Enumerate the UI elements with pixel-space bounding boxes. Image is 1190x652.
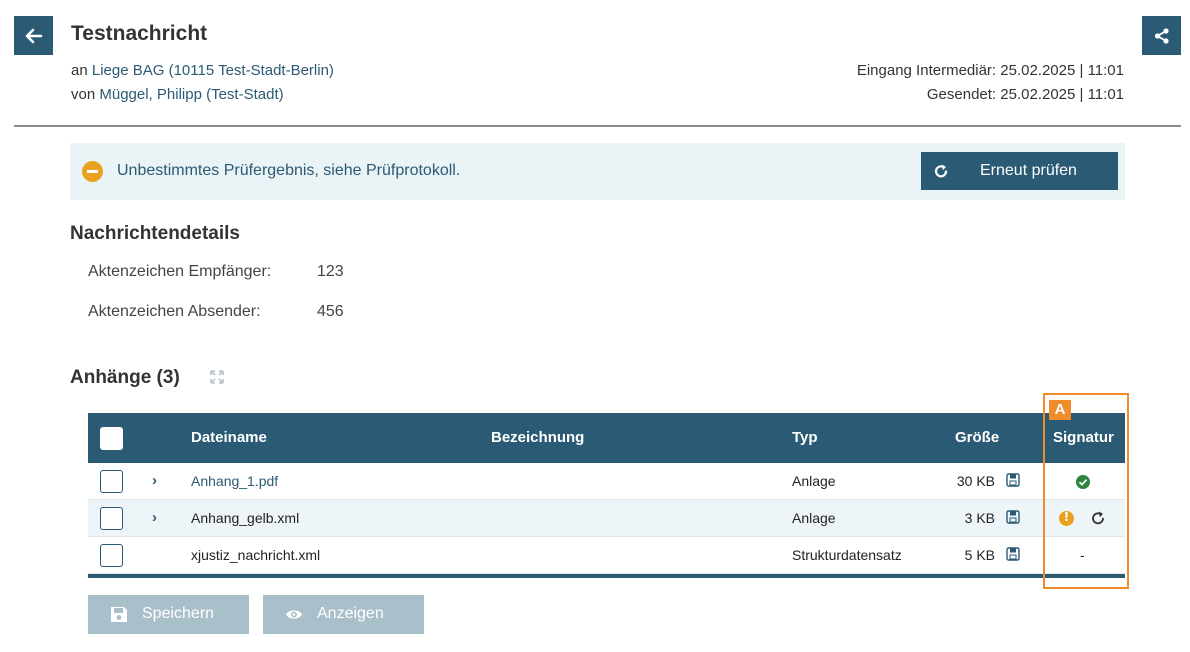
detail-value: 123 bbox=[317, 263, 344, 280]
chevron-right-icon[interactable]: › bbox=[152, 472, 157, 489]
attachment-type: Anlage bbox=[792, 510, 836, 526]
share-icon bbox=[1154, 27, 1169, 44]
attachment-size: 30 KB bbox=[956, 473, 995, 489]
save-button-label: Speichern bbox=[142, 605, 215, 622]
row-checkbox[interactable] bbox=[100, 470, 123, 493]
header-divider bbox=[14, 125, 1181, 127]
detail-label: Aktenzeichen Empfänger: bbox=[88, 263, 272, 280]
detail-label: Aktenzeichen Absender: bbox=[88, 303, 261, 320]
sender-link[interactable]: Müggel, Philipp (Test-Stadt) bbox=[99, 86, 283, 103]
column-header-filename[interactable]: Dateiname bbox=[191, 429, 267, 446]
recipient-link[interactable]: Liege BAG (10115 Test-Stadt-Berlin) bbox=[92, 62, 334, 79]
share-button[interactable] bbox=[1142, 16, 1181, 55]
attachments-table: Dateiname Bezeichnung Typ Größe Signatur… bbox=[88, 413, 1125, 578]
verification-banner: Unbestimmtes Prüfergebnis, siehe Prüfpro… bbox=[70, 143, 1125, 200]
annotation-box bbox=[1043, 393, 1129, 589]
floppy-disk-icon bbox=[111, 607, 127, 622]
recheck-button-label: Erneut prüfen bbox=[980, 162, 1077, 179]
received-timestamp: Eingang Intermediär: 25.02.2025 | 11:01 bbox=[856, 62, 1124, 79]
page-title: Testnachricht bbox=[71, 22, 208, 45]
attachment-filename-link[interactable]: Anhang_1.pdf bbox=[191, 473, 278, 489]
recipient-prefix: an bbox=[71, 62, 88, 79]
floppy-disk-icon[interactable] bbox=[1006, 473, 1020, 487]
row-checkbox[interactable] bbox=[100, 544, 123, 567]
floppy-disk-icon[interactable] bbox=[1006, 510, 1020, 524]
expand-icon[interactable] bbox=[209, 369, 225, 385]
table-row: xjustiz_nachricht.xml Strukturdatensatz … bbox=[88, 537, 1125, 574]
row-checkbox[interactable] bbox=[100, 507, 123, 530]
attachment-type: Strukturdatensatz bbox=[792, 547, 902, 563]
select-all-checkbox[interactable] bbox=[100, 427, 123, 450]
back-button[interactable] bbox=[14, 16, 53, 55]
recheck-button[interactable]: Erneut prüfen bbox=[921, 152, 1118, 190]
column-header-bezeichnung[interactable]: Bezeichnung bbox=[491, 429, 584, 446]
eye-icon bbox=[286, 610, 302, 619]
attachment-filename[interactable]: Anhang_gelb.xml bbox=[191, 510, 299, 526]
chevron-right-icon[interactable]: › bbox=[152, 509, 157, 526]
table-bottom-border bbox=[88, 574, 1125, 578]
attachments-heading: Anhänge (3) bbox=[70, 367, 180, 388]
sender-prefix: von bbox=[71, 86, 96, 103]
table-header: Dateiname Bezeichnung Typ Größe Signatur bbox=[88, 413, 1125, 463]
floppy-disk-icon[interactable] bbox=[1006, 547, 1020, 561]
attachment-filename[interactable]: xjustiz_nachricht.xml bbox=[191, 547, 320, 563]
refresh-icon bbox=[934, 164, 948, 178]
verification-message: Unbestimmtes Prüfergebnis, siehe Prüfpro… bbox=[117, 162, 461, 179]
details-heading: Nachrichtendetails bbox=[70, 223, 240, 244]
table-row: › Anhang_gelb.xml Anlage 3 KB bbox=[88, 500, 1125, 537]
minus-circle-icon bbox=[82, 161, 103, 182]
table-row: › Anhang_1.pdf Anlage 30 KB bbox=[88, 463, 1125, 500]
column-header-groesse[interactable]: Größe bbox=[955, 429, 999, 446]
detail-value: 456 bbox=[317, 303, 344, 320]
view-button[interactable]: Anzeigen bbox=[263, 595, 424, 634]
attachment-size: 3 KB bbox=[964, 510, 995, 526]
recipient-line: an Liege BAG (10115 Test-Stadt-Berlin) bbox=[71, 62, 334, 79]
column-header-typ[interactable]: Typ bbox=[792, 429, 818, 446]
sent-timestamp: Gesendet: 25.02.2025 | 11:01 bbox=[926, 86, 1124, 103]
annotation-label: A bbox=[1049, 400, 1071, 420]
arrow-left-icon bbox=[25, 28, 42, 43]
sender-line: von Müggel, Philipp (Test-Stadt) bbox=[71, 86, 284, 103]
view-button-label: Anzeigen bbox=[317, 605, 384, 622]
attachment-type: Anlage bbox=[792, 473, 836, 489]
attachment-size: 5 KB bbox=[964, 547, 995, 563]
save-button[interactable]: Speichern bbox=[88, 595, 249, 634]
